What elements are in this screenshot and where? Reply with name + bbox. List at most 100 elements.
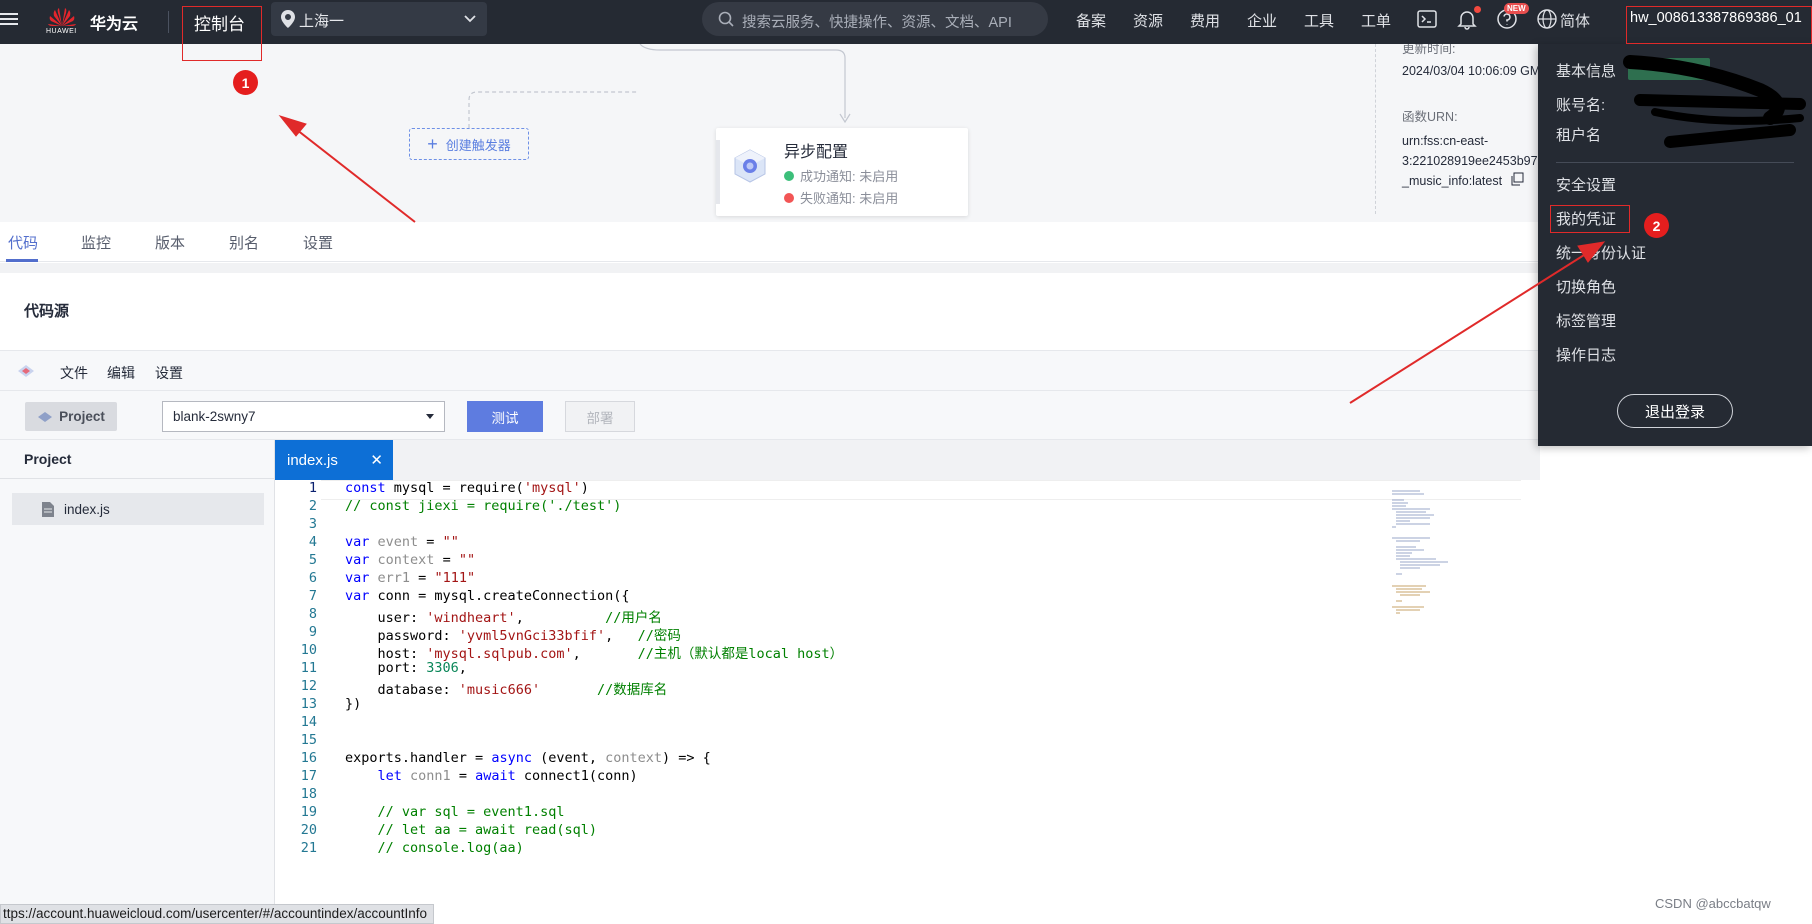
create-trigger-button[interactable]: + 创建触发器 [409,128,529,160]
urn-line-1: urn:fss:cn-east- [1402,134,1489,148]
line-number: 21 [300,840,317,856]
urn-line-3: _music_info:latest [1402,174,1503,188]
watermark: CSDN @abccbatqw [1655,896,1771,911]
global-search[interactable]: 搜索云服务、快捷操作、资源、文档、API [702,2,1048,36]
code-line: const mysql = require('mysql') [345,480,589,496]
urn-line-2: 3:221028919ee2453b97 [1402,154,1538,168]
code-line: password: 'yvml5vnGci33bfif', //密码 [345,628,681,644]
menu-identity-access[interactable]: 统一身份认证 [1556,242,1646,263]
section-gap [0,263,1540,273]
divider [0,478,274,479]
copy-icon[interactable] [1510,172,1524,186]
updated-label: 更新时间: [1402,44,1456,56]
plus-icon: + [427,134,438,154]
notification-dot [1474,6,1481,13]
project-toggle-button[interactable]: Project [25,402,117,431]
code-line: var event = "" [345,534,459,550]
menu-icon[interactable] [0,10,18,28]
menu-settings[interactable]: 设置 [155,363,183,383]
nav-filing[interactable]: 备案 [1076,10,1106,31]
search-icon [718,11,734,27]
nav-resources[interactable]: 资源 [1133,10,1163,31]
editor-tab-index-js[interactable]: index.js ✕ [275,440,393,480]
menu-operation-logs[interactable]: 操作日志 [1556,344,1616,365]
async-config-card[interactable]: 异步配置 成功通知: 未启用 失败通知: 未启用 [716,128,968,216]
ide-logo-icon [18,365,34,377]
close-icon[interactable]: ✕ [370,451,383,469]
logout-button[interactable]: 退出登录 [1617,394,1733,428]
line-number: 13 [300,696,317,712]
success-notify-text: 成功通知: 未启用 [800,169,899,184]
nav-billing[interactable]: 费用 [1190,10,1220,31]
chevron-down-icon [464,15,476,23]
test-button[interactable]: 测试 [467,401,543,432]
code-line: port: 3306, [345,660,467,676]
success-status-dot [784,170,794,181]
line-number: 11 [300,660,317,676]
line-number: 17 [300,768,317,784]
file-name: index.js [64,501,110,517]
annotation-box-account [1626,6,1812,44]
line-number: 20 [300,822,317,838]
code-line: // const jiexi = require('./test') [345,498,622,514]
menu-edit[interactable]: 编辑 [107,363,135,383]
menu-file[interactable]: 文件 [60,363,88,383]
failure-notify-text: 失败通知: 未启用 [800,191,899,206]
code-source-heading: 代码源 [24,303,70,320]
code-line: database: 'music666' //数据库名 [345,682,668,698]
menu-switch-role[interactable]: 切换角色 [1556,276,1616,297]
function-tabs: 代码 监控 版本 别名 设置 [0,222,1540,262]
globe-icon[interactable] [1536,8,1558,30]
brand-name[interactable]: 华为云 [90,10,138,34]
terminal-icon[interactable] [1416,8,1438,30]
line-number: 4 [308,534,317,550]
card-accent [716,140,720,204]
tab-aliases[interactable]: 别名 [229,232,259,253]
search-placeholder: 搜索云服务、快捷操作、资源、文档、API [742,15,1012,31]
verification-status-badge [1628,58,1710,80]
region-label: 上海一 [299,13,345,30]
line-number: 16 [300,750,317,766]
nav-tickets[interactable]: 工单 [1361,10,1391,31]
code-editor[interactable]: 1 2 3 4 5 6 7 8 9 10 11 12 13 14 15 16 1… [275,480,1540,924]
divider-dashed [1375,44,1376,214]
tab-monitoring[interactable]: 监控 [81,232,111,253]
code-line: let conn1 = await connect1(conn) [377,768,638,784]
file-item-index-js[interactable]: index.js [12,493,264,525]
tab-settings[interactable]: 设置 [303,232,333,253]
line-number: 18 [300,786,317,802]
function-select-value: blank-2swny7 [173,409,256,424]
active-tab-indicator [6,259,38,262]
divider [168,11,169,33]
line-number: 12 [300,678,317,694]
language-switch[interactable]: 简体 [1560,10,1590,31]
function-select[interactable]: blank-2swny7 [162,401,445,432]
async-config-icon [734,149,766,183]
updated-value: 2024/03/04 10:06:09 GM [1402,64,1541,78]
tab-code[interactable]: 代码 [8,232,38,253]
project-icon [38,411,53,422]
failure-status-dot [784,192,794,203]
success-notify-row: 成功通知: 未启用 [784,166,898,185]
editor-minimap [1392,490,1448,614]
nav-enterprise[interactable]: 企业 [1247,10,1277,31]
project-button-label: Project [59,409,105,424]
code-line: var err1 = "111" [345,570,476,586]
menu-tag-management[interactable]: 标签管理 [1556,310,1616,331]
nav-tools[interactable]: 工具 [1304,10,1334,31]
ide-toolbar: Project blank-2swny7 测试 部署 [0,390,1540,440]
line-number: 10 [300,642,317,658]
divider [1556,162,1794,163]
menu-basic-info[interactable]: 基本信息 [1556,60,1616,81]
deploy-button[interactable]: 部署 [565,401,635,432]
code-line: var context = "" [345,552,476,568]
annotation-box-credentials [1550,205,1630,233]
line-number: 15 [300,732,317,748]
async-config-title: 异步配置 [784,144,849,161]
ide-menubar: 文件 编辑 设置 [0,350,1540,390]
code-line: // var sql = event1.sql [377,804,565,820]
region-selector[interactable]: 上海一 [271,2,487,36]
menu-security-settings[interactable]: 安全设置 [1556,174,1616,195]
create-trigger-label: 创建触发器 [445,137,511,153]
tab-versions[interactable]: 版本 [155,232,185,253]
